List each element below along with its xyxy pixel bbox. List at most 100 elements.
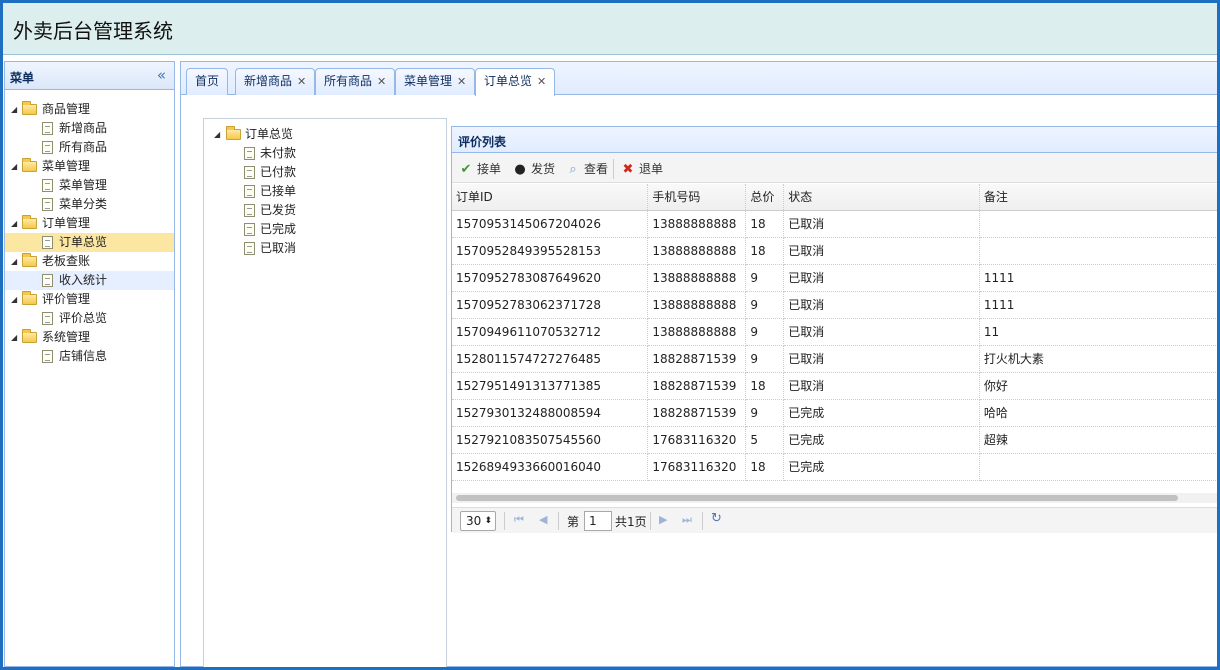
reject-label: 退单 <box>639 162 664 176</box>
cell-phone: 13888888888 <box>647 291 747 319</box>
grid-title-bar: 评价列表 <box>452 127 1217 153</box>
tab-label: 订单总览 <box>484 74 533 88</box>
menu-item-menu-category[interactable]: 菜单分类 <box>5 195 174 214</box>
cell-total: 18 <box>745 372 785 400</box>
cell-order-id: 1570952849395528153 <box>452 237 649 265</box>
expand-arrow-icon[interactable]: ◢ <box>214 125 220 144</box>
table-row[interactable]: 1570952783087649620 13888888888 9 已取消 11… <box>452 264 1217 292</box>
cell-order-id: 1570953145067204026 <box>452 210 649 238</box>
last-page-icon[interactable]: ⏭ <box>682 513 692 527</box>
menu-group-system[interactable]: ◢ 系统管理 <box>5 328 174 347</box>
order-tree-item-accepted[interactable]: 已接单 <box>204 182 446 201</box>
col-total[interactable]: 总价 <box>745 184 785 211</box>
table-row[interactable]: 1570952783062371728 13888888888 9 已取消 11… <box>452 291 1217 319</box>
refresh-icon[interactable]: ↻ <box>711 511 722 526</box>
menu-group-menu[interactable]: ◢ 菜单管理 <box>5 157 174 176</box>
scrollbar-thumb[interactable] <box>456 495 1178 501</box>
app-title: 外卖后台管理系统 <box>13 19 173 43</box>
collapse-icon[interactable]: « <box>157 66 166 84</box>
ship-label: 发货 <box>531 162 556 176</box>
table-row[interactable]: 1570949611070532712 13888888888 9 已取消 11 <box>452 318 1217 346</box>
close-icon[interactable]: ✕ <box>457 75 466 88</box>
horizontal-scrollbar[interactable] <box>452 493 1217 503</box>
accept-label: 接单 <box>477 162 502 176</box>
next-page-icon[interactable]: ▶ <box>659 513 667 526</box>
col-phone[interactable]: 手机号码 <box>647 184 747 211</box>
col-order-id[interactable]: 订单ID <box>452 184 649 211</box>
order-tree-label: 已完成 <box>260 222 297 236</box>
order-tree-label: 已发货 <box>260 203 297 217</box>
order-tree-item-paid[interactable]: 已付款 <box>204 163 446 182</box>
order-tree-item-canceled[interactable]: 已取消 <box>204 239 446 258</box>
accept-order-button[interactable]: ✔ 接单 <box>458 160 501 178</box>
close-icon[interactable]: ✕ <box>297 75 306 88</box>
table-row[interactable]: 1527921083507545560 17683116320 5 已完成 超辣 <box>452 426 1217 454</box>
tab-add-goods[interactable]: 新增商品 ✕ <box>235 68 316 95</box>
first-page-icon[interactable]: ⏮ <box>514 513 524 527</box>
menu-group-accounts[interactable]: ◢ 老板查账 <box>5 252 174 271</box>
menu-group-reviews[interactable]: ◢ 评价管理 <box>5 290 174 309</box>
menu-item-review-overview[interactable]: 评价总览 <box>5 309 174 328</box>
menu-item-label: 订单总览 <box>59 235 108 249</box>
cell-total: 9 <box>745 264 785 292</box>
check-icon: ✔ <box>460 162 472 177</box>
table-row[interactable]: 1528011574727276485 18828871539 9 已取消 打火… <box>452 345 1217 373</box>
menu-group-orders[interactable]: ◢ 订单管理 <box>5 214 174 233</box>
grid-title: 评价列表 <box>458 135 507 149</box>
page-size-select[interactable]: 30 ⬍ <box>460 511 496 531</box>
cell-order-id: 1528011574727276485 <box>452 345 649 373</box>
expand-arrow-icon[interactable]: ◢ <box>11 290 17 309</box>
table-row[interactable]: 1570952849395528153 13888888888 18 已取消 <box>452 237 1217 265</box>
page-total-label: 共1页 <box>615 515 647 529</box>
prev-page-icon[interactable]: ◀ <box>539 513 547 526</box>
close-icon[interactable]: ✕ <box>537 75 546 88</box>
cell-phone: 17683116320 <box>647 426 747 454</box>
cell-note <box>979 210 1217 238</box>
order-tree-root[interactable]: ◢ 订单总览 <box>204 125 446 144</box>
table-row[interactable]: 1527951491313771385 18828871539 18 已取消 你… <box>452 372 1217 400</box>
close-icon[interactable]: ✕ <box>377 75 386 88</box>
page-number-input[interactable]: 1 <box>584 511 612 531</box>
order-grid-panel: 评价列表 ✔ 接单 ● 发货 ⌕ 查看 ✖ 退单 订单ID 手机号码 总价 状态… <box>451 126 1217 533</box>
cell-total: 9 <box>745 291 785 319</box>
expand-arrow-icon[interactable]: ◢ <box>11 328 17 347</box>
cell-order-id: 1527951491313771385 <box>452 372 649 400</box>
cancel-icon: ✖ <box>622 162 634 177</box>
col-note[interactable]: 备注 <box>979 184 1217 211</box>
cell-status: 已完成 <box>783 426 980 454</box>
cell-note <box>979 237 1217 265</box>
tab-order-overview[interactable]: 订单总览 ✕ <box>475 68 556 96</box>
ship-order-button[interactable]: ● 发货 <box>512 160 555 178</box>
menu-group-label: 老板查账 <box>42 254 91 268</box>
menu-group-label: 商品管理 <box>42 102 91 116</box>
table-row[interactable]: 1570953145067204026 13888888888 18 已取消 <box>452 210 1217 238</box>
reject-order-button[interactable]: ✖ 退单 <box>620 160 663 178</box>
menu-item-shop-info[interactable]: 店铺信息 <box>5 347 174 366</box>
order-tree-item-shipped[interactable]: 已发货 <box>204 201 446 220</box>
tab-home[interactable]: 首页 <box>186 68 229 95</box>
expand-arrow-icon[interactable]: ◢ <box>11 157 17 176</box>
menu-item-label: 店铺信息 <box>59 349 108 363</box>
table-row[interactable]: 1526894933660016040 17683116320 18 已完成 <box>452 453 1217 481</box>
tab-menu-manage[interactable]: 菜单管理 ✕ <box>395 68 476 95</box>
cell-note: 超辣 <box>979 426 1217 454</box>
menu-item-menu-manage[interactable]: 菜单管理 <box>5 176 174 195</box>
expand-arrow-icon[interactable]: ◢ <box>11 214 17 233</box>
menu-group-goods[interactable]: ◢ 商品管理 <box>5 100 174 119</box>
expand-arrow-icon[interactable]: ◢ <box>11 100 17 119</box>
user-icon: ● <box>514 162 526 177</box>
tab-all-goods[interactable]: 所有商品 ✕ <box>315 68 396 95</box>
cell-note <box>979 453 1217 481</box>
order-tree-item-unpaid[interactable]: 未付款 <box>204 144 446 163</box>
expand-arrow-icon[interactable]: ◢ <box>11 252 17 271</box>
cell-phone: 13888888888 <box>647 237 747 265</box>
folder-open-icon <box>22 291 37 305</box>
menu-item-add-goods[interactable]: 新增商品 <box>5 119 174 138</box>
menu-item-income-stats[interactable]: 收入统计 <box>5 271 174 290</box>
col-status[interactable]: 状态 <box>783 184 980 211</box>
order-tree-item-completed[interactable]: 已完成 <box>204 220 446 239</box>
menu-item-all-goods[interactable]: 所有商品 <box>5 138 174 157</box>
menu-item-order-overview[interactable]: 订单总览 <box>5 233 174 252</box>
table-row[interactable]: 1527930132488008594 18828871539 9 已完成 哈哈 <box>452 399 1217 427</box>
view-order-button[interactable]: ⌕ 查看 <box>565 160 608 178</box>
